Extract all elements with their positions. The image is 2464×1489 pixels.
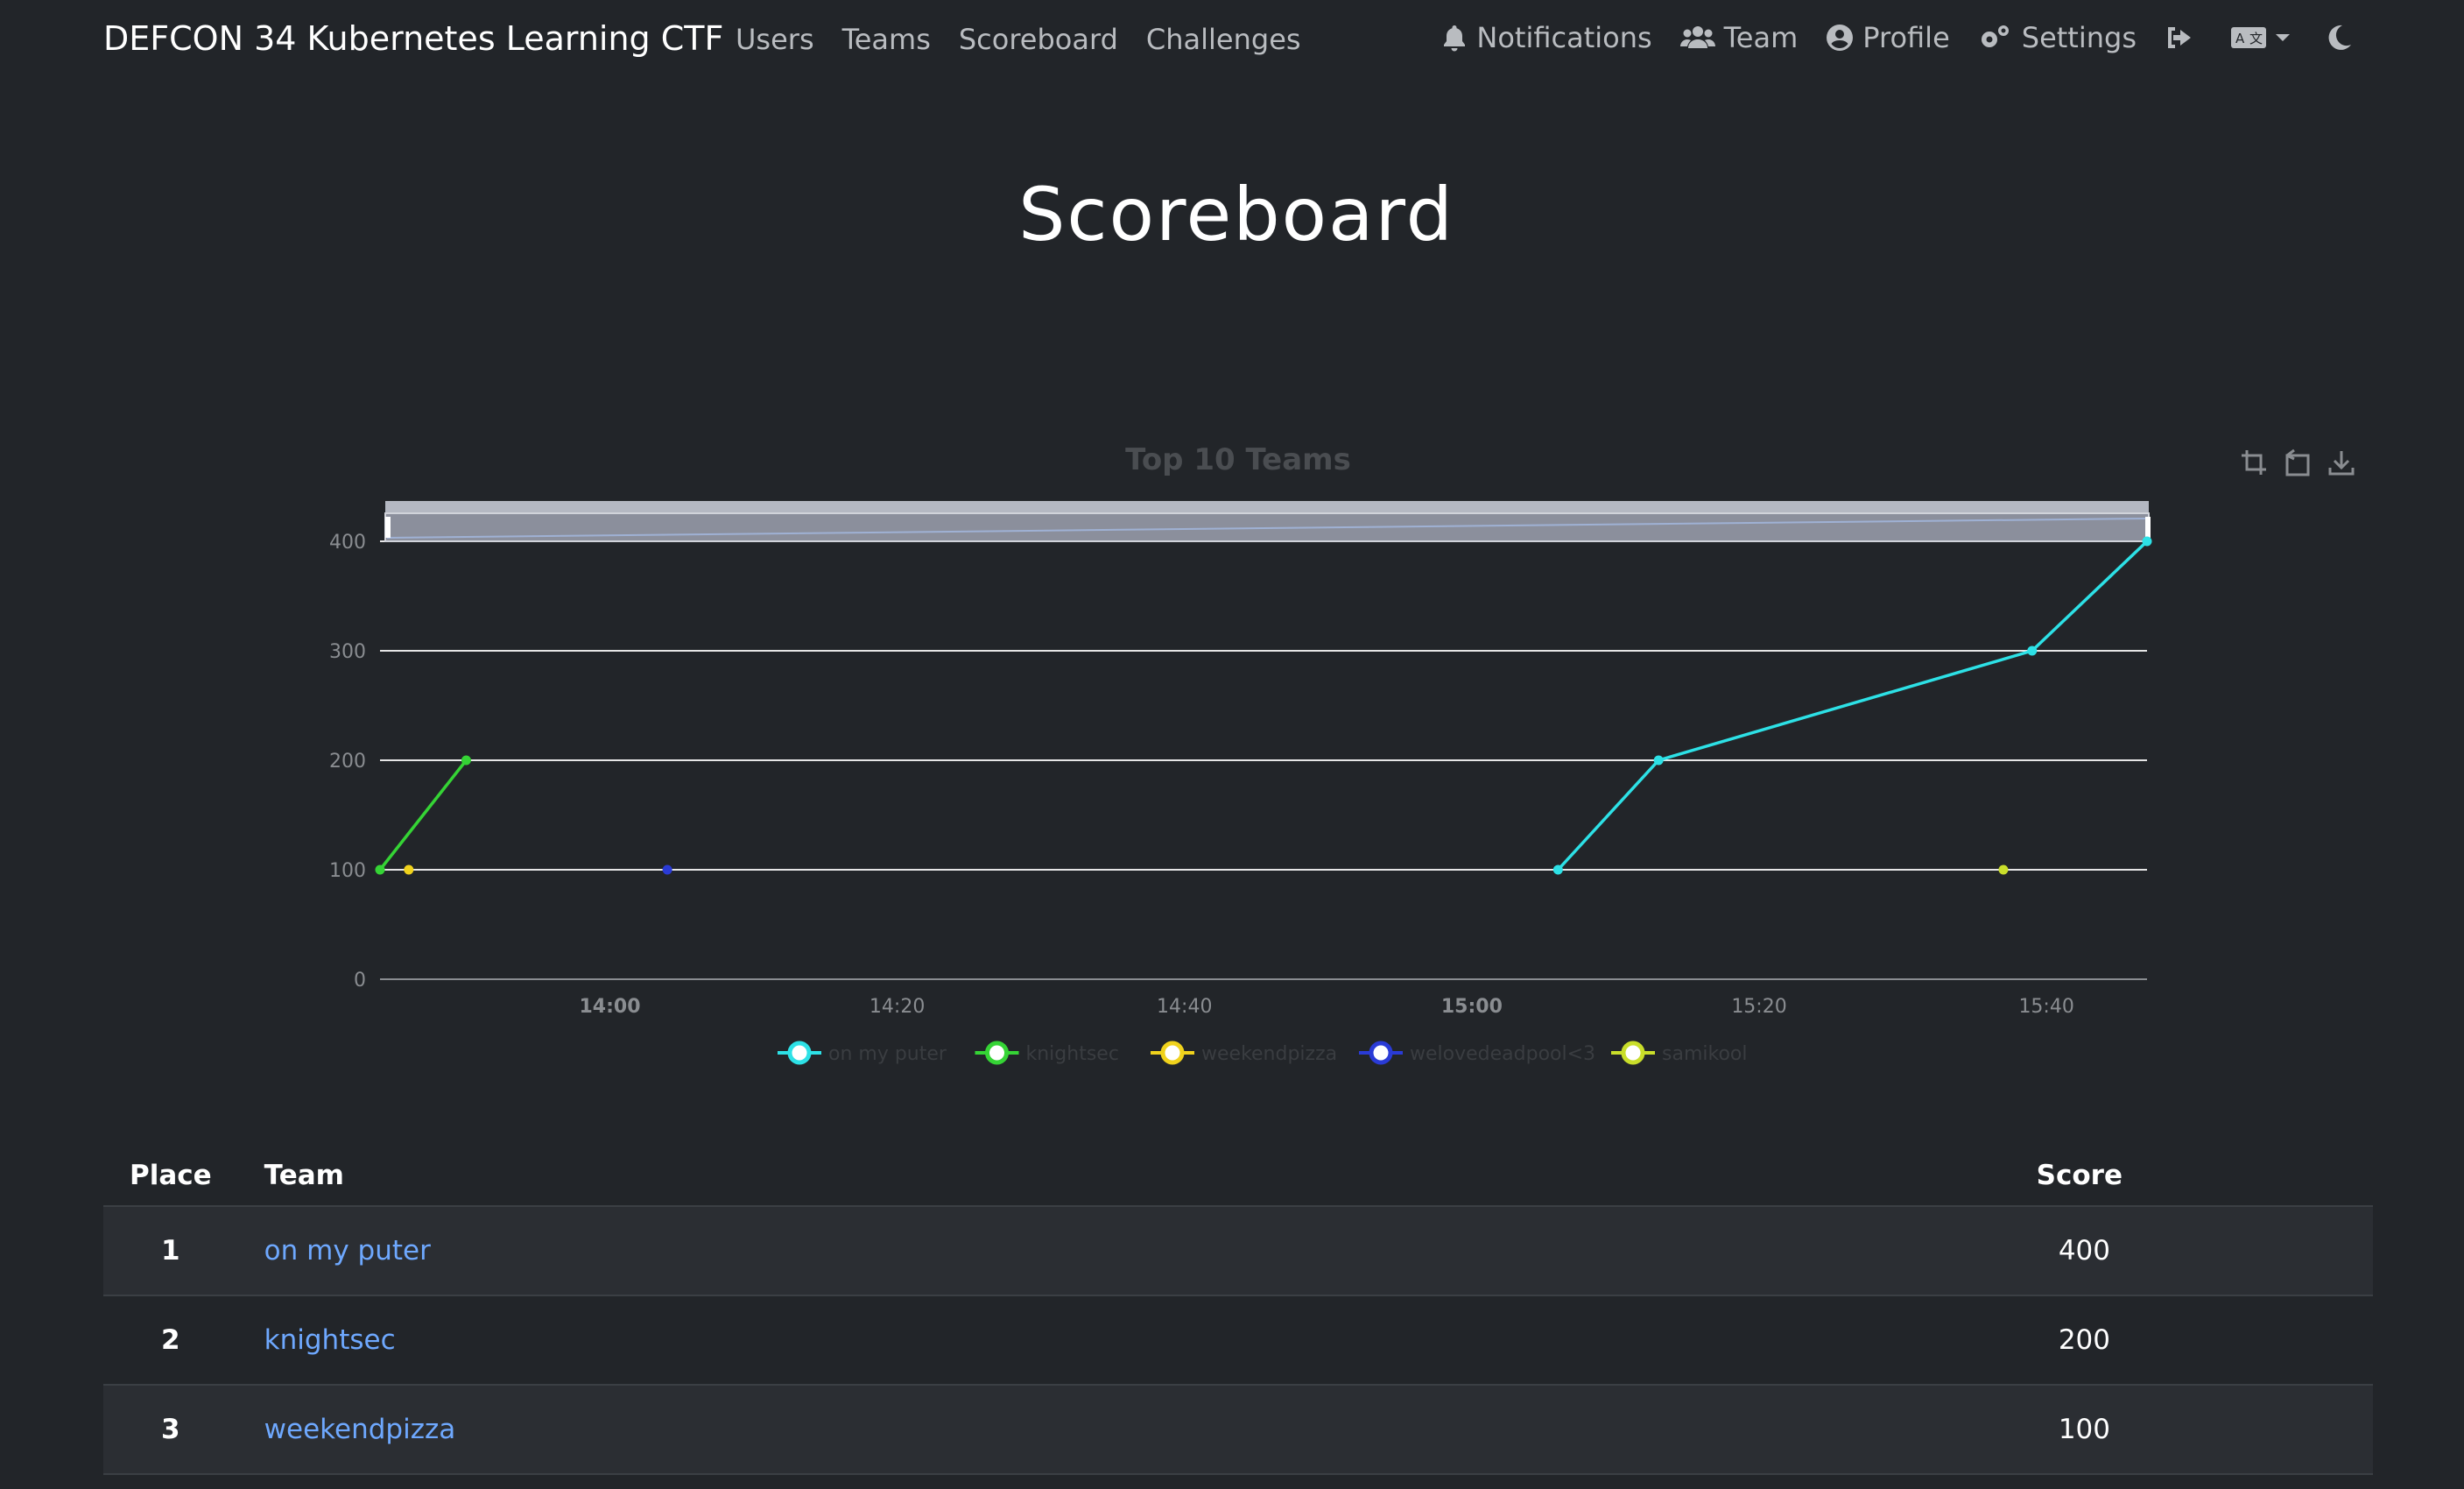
team-link[interactable]: knightsec (264, 1324, 396, 1356)
legend-marker (1160, 1041, 1185, 1065)
legend-label: weekendpizza (1201, 1043, 1337, 1065)
data-point (1998, 864, 2009, 875)
table-header-row: Place Team Score (103, 1146, 2373, 1207)
nav-team[interactable]: Team (1679, 21, 1799, 54)
nav-left: Users Teams Scoreboard Challenges (736, 23, 1301, 56)
zoom-handle-left (385, 517, 391, 538)
nav-notifications[interactable]: Notifications (1441, 21, 1652, 54)
data-point (404, 864, 414, 875)
team-link[interactable]: weekendpizza (264, 1414, 456, 1445)
legend-label: knightsec (1026, 1043, 1119, 1065)
x-tick-label: 15:40 (2018, 996, 2073, 1018)
nav-users[interactable]: Users (736, 23, 814, 56)
data-point (461, 755, 471, 766)
language-icon: A文 (2231, 27, 2266, 48)
x-tick-label: 14:00 (579, 996, 640, 1018)
score-chart: Top 10 Teams 0 100 200 300 400 14:00 14:20 14:40… (329, 442, 2152, 1065)
data-point (2142, 536, 2152, 547)
y-tick-label: 0 (354, 970, 366, 991)
zoom-icon[interactable] (2240, 448, 2268, 476)
series-line (1557, 540, 2149, 872)
legend-label: on my puter (828, 1043, 947, 1065)
x-tick-label: 14:20 (869, 996, 925, 1018)
navbar: DEFCON 34 Kubernetes Learning CTF Users … (0, 0, 2464, 81)
svg-text:文: 文 (2249, 31, 2263, 46)
y-tick-label: 100 (329, 860, 366, 882)
logout-button[interactable] (2165, 25, 2203, 51)
row-score: 200 (1953, 1295, 2373, 1386)
data-point (1653, 755, 1664, 766)
header-place: Place (103, 1146, 238, 1207)
x-tick-label: 15:00 (1441, 996, 1503, 1018)
table-row: 3 weekendpizza 100 (103, 1385, 2373, 1475)
gears-icon (1981, 25, 2009, 47)
reset-zoom-icon[interactable] (2284, 448, 2312, 476)
row-score: 100 (1953, 1385, 2373, 1475)
notifications-label: Notifications (1476, 21, 1652, 54)
moon-icon (2328, 25, 2351, 50)
legend-label: samikool (1662, 1043, 1747, 1065)
caret-down-icon (2276, 34, 2290, 41)
legend-label: welovedeadpool<3 (1410, 1043, 1595, 1065)
y-tick-label: 300 (329, 641, 366, 663)
data-point (2027, 646, 2038, 656)
row-place: 3 (103, 1385, 238, 1475)
data-point (1552, 864, 1563, 875)
zoom-handle-right (2145, 517, 2151, 538)
download-icon[interactable] (2327, 448, 2355, 476)
legend-marker (985, 1041, 1009, 1065)
page-title: Scoreboard (1018, 172, 1454, 258)
profile-label: Profile (1862, 21, 1950, 54)
users-icon (1679, 26, 1715, 48)
svg-text:A: A (2235, 31, 2245, 46)
legend-marker (1621, 1041, 1645, 1065)
logout-icon (2168, 27, 2191, 48)
nav-challenges[interactable]: Challenges (1146, 23, 1301, 56)
brand-link[interactable]: DEFCON 34 Kubernetes Learning CTF (103, 19, 723, 58)
scoreboard-table: Place Team Score 1 on my puter 400 2 kni… (103, 1146, 2373, 1475)
nav-settings[interactable]: Settings (1978, 21, 2137, 54)
bell-icon (1444, 25, 1466, 52)
y-tick-label: 200 (329, 751, 366, 773)
nav-teams[interactable]: Teams (842, 23, 931, 56)
header-team: Team (237, 1146, 1953, 1207)
table-row: 2 knightsec 200 (103, 1295, 2373, 1386)
zoom-slider-track (385, 501, 2149, 513)
y-tick-label: 400 (329, 532, 366, 554)
data-point (662, 864, 672, 875)
row-place: 2 (103, 1295, 238, 1386)
nav-scoreboard[interactable]: Scoreboard (959, 23, 1118, 56)
chart-toolbox (2240, 448, 2355, 476)
language-dropdown[interactable]: A文 (2231, 25, 2299, 50)
nav-right: Notifications Team Profile Settings A文 (1441, 21, 2361, 54)
x-tick-label: 15:20 (1731, 996, 1786, 1018)
series-line (378, 759, 468, 872)
legend-marker (1369, 1041, 1393, 1065)
team-link[interactable]: on my puter (264, 1235, 431, 1267)
row-place: 1 (103, 1206, 238, 1296)
table-row: 1 on my puter 400 (103, 1206, 2373, 1296)
settings-label: Settings (2021, 21, 2137, 54)
theme-toggle[interactable] (2327, 25, 2361, 51)
nav-profile[interactable]: Profile (1826, 21, 1950, 54)
header-score: Score (1953, 1146, 2373, 1207)
row-score: 400 (1953, 1206, 2373, 1296)
legend-marker (787, 1041, 812, 1065)
team-label: Team (1723, 21, 1799, 54)
data-point (375, 864, 385, 875)
x-tick-label: 14:40 (1157, 996, 1212, 1018)
chart-title: Top 10 Teams (1125, 442, 1351, 477)
user-circle-icon (1827, 25, 1854, 51)
